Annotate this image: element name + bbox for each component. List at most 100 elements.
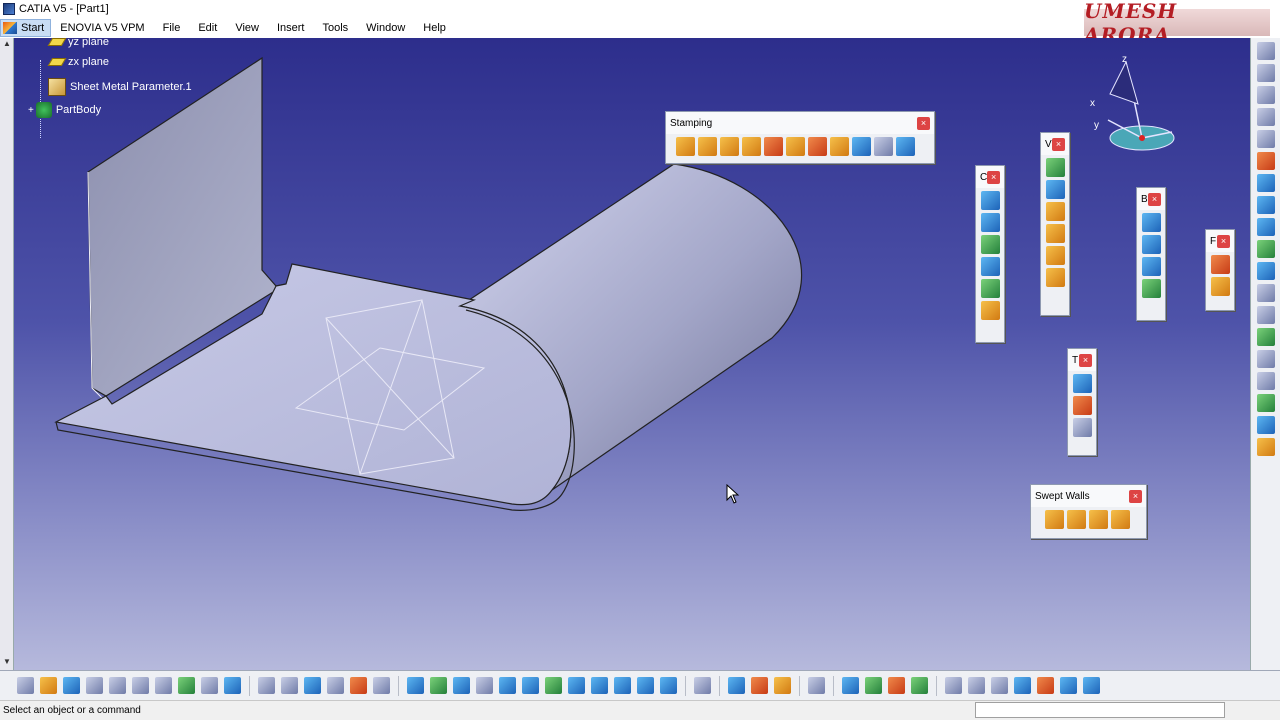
- command-input[interactable]: [975, 702, 1225, 718]
- line-icon[interactable]: [1257, 416, 1275, 434]
- print-icon[interactable]: [86, 677, 103, 694]
- fit-all-icon[interactable]: [430, 677, 447, 694]
- axis-icon[interactable]: [1257, 196, 1275, 214]
- bridge-icon[interactable]: [786, 137, 805, 156]
- scroll-down-icon[interactable]: ▼: [2, 658, 12, 666]
- mass-properties-icon[interactable]: [774, 677, 791, 694]
- bead-icon[interactable]: [698, 137, 717, 156]
- flange-icon[interactable]: [1045, 510, 1064, 529]
- sheet-metal-workbench-icon[interactable]: [1083, 677, 1100, 694]
- scroll-up-icon[interactable]: ▲: [2, 40, 12, 48]
- annotation-icon[interactable]: [1257, 394, 1275, 412]
- forming-toolbar-header[interactable]: F ×: [1206, 230, 1234, 252]
- sketch-icon[interactable]: [1257, 174, 1275, 192]
- swept-flange-icon[interactable]: [1111, 510, 1130, 529]
- close-icon[interactable]: ×: [987, 170, 1000, 184]
- compass-reset-icon[interactable]: [968, 677, 985, 694]
- save-icon[interactable]: [1257, 262, 1275, 280]
- graph-tree-icon[interactable]: [911, 677, 928, 694]
- tree-item-yz-plane[interactable]: yz plane: [36, 38, 109, 48]
- fold-icon[interactable]: [1045, 246, 1065, 265]
- undo-icon[interactable]: [178, 677, 195, 694]
- abc-text-icon[interactable]: [1257, 350, 1275, 368]
- measure-between-icon[interactable]: [728, 677, 745, 694]
- apply-material-icon[interactable]: [888, 677, 905, 694]
- analysis-icon[interactable]: [1060, 677, 1077, 694]
- hide-show-icon[interactable]: [637, 677, 654, 694]
- flanged-cutout-icon[interactable]: [742, 137, 761, 156]
- zoom-in-icon[interactable]: [499, 677, 516, 694]
- bottom-toolbar[interactable]: [0, 670, 1280, 700]
- extrusion-icon[interactable]: [1257, 64, 1275, 82]
- axis-system-icon[interactable]: [991, 677, 1008, 694]
- sheet-metal-walls-icon[interactable]: [1257, 42, 1275, 60]
- bending-toolbar[interactable]: B ×: [1136, 187, 1166, 321]
- cut-icon[interactable]: [109, 677, 126, 694]
- plane-icon[interactable]: [1257, 218, 1275, 236]
- menu-file[interactable]: File: [154, 18, 190, 38]
- menu-edit[interactable]: Edit: [189, 18, 226, 38]
- menu-start[interactable]: Start: [0, 19, 52, 37]
- sheet-metal-parameters-icon[interactable]: [1045, 158, 1065, 177]
- right-toolbar[interactable]: [1250, 38, 1280, 670]
- measure-item-icon[interactable]: [751, 677, 768, 694]
- surface-stamp-icon[interactable]: [676, 137, 695, 156]
- iso-view-icon[interactable]: [591, 677, 608, 694]
- forming-toolbar[interactable]: F ×: [1205, 229, 1235, 311]
- close-icon[interactable]: ×: [917, 116, 930, 130]
- isolate-icon[interactable]: [1257, 86, 1275, 104]
- whats-this-icon[interactable]: [224, 677, 241, 694]
- constraint-icon[interactable]: [1037, 677, 1054, 694]
- swept-walls-toolbar-header[interactable]: Swept Walls ×: [1031, 485, 1146, 507]
- stiffening-rib-icon[interactable]: [852, 137, 871, 156]
- cutting-toolbar-header[interactable]: C ×: [976, 166, 1004, 188]
- transform-toolbar[interactable]: T ×: [1067, 348, 1097, 456]
- folding-icon[interactable]: [1210, 277, 1230, 296]
- pan-icon[interactable]: [453, 677, 470, 694]
- close-icon[interactable]: ×: [1052, 137, 1065, 151]
- translation-icon[interactable]: [1072, 418, 1092, 437]
- view-toolbar-header[interactable]: V ×: [1041, 133, 1069, 155]
- louver-icon[interactable]: [764, 137, 783, 156]
- rotate-icon[interactable]: [476, 677, 493, 694]
- swap-visible-space-icon[interactable]: [660, 677, 677, 694]
- open-file-icon[interactable]: [40, 677, 57, 694]
- hole-icon[interactable]: [980, 213, 1000, 232]
- cutting-toolbar[interactable]: C ×: [975, 165, 1005, 343]
- flanged-hole-icon[interactable]: [808, 137, 827, 156]
- swept-walls-toolbar[interactable]: Swept Walls ×: [1030, 484, 1147, 539]
- fly-mode-icon[interactable]: [407, 677, 424, 694]
- paste-icon[interactable]: [155, 677, 172, 694]
- render-style-icon[interactable]: [865, 677, 882, 694]
- recognize-icon[interactable]: [1257, 108, 1275, 126]
- close-icon[interactable]: ×: [1217, 234, 1230, 248]
- stamping-toolbar[interactable]: Stamping ×: [665, 111, 935, 164]
- view-toolbar[interactable]: V ×: [1040, 132, 1070, 316]
- normal-view-icon[interactable]: [545, 677, 562, 694]
- menu-window[interactable]: Window: [357, 18, 414, 38]
- measure-icon[interactable]: [1257, 240, 1275, 258]
- redo-icon[interactable]: [201, 677, 218, 694]
- corner-relief-icon[interactable]: [980, 257, 1000, 276]
- catalog-icon[interactable]: [1257, 328, 1275, 346]
- formula-icon[interactable]: [258, 677, 275, 694]
- select-arrow-icon[interactable]: [1257, 152, 1275, 170]
- close-icon[interactable]: ×: [1079, 353, 1092, 367]
- tear-drop-icon[interactable]: [1089, 510, 1108, 529]
- bend-extremities-icon[interactable]: [1045, 180, 1065, 199]
- apply-material-icon[interactable]: [1257, 284, 1275, 302]
- plane-definition-icon[interactable]: [1257, 438, 1275, 456]
- parameters-icon[interactable]: [327, 677, 344, 694]
- rolled-wall-icon[interactable]: [1141, 279, 1161, 298]
- chamfer-icon[interactable]: [980, 301, 1000, 320]
- menu-tools[interactable]: Tools: [313, 18, 357, 38]
- copy-icon[interactable]: [132, 677, 149, 694]
- bend-from-flat-icon[interactable]: [1141, 257, 1161, 276]
- circular-stamp-icon[interactable]: [830, 137, 849, 156]
- mirror-icon[interactable]: [1072, 374, 1092, 393]
- multi-view-icon[interactable]: [1045, 224, 1065, 243]
- capture-icon[interactable]: [808, 677, 825, 694]
- hem-icon[interactable]: [1067, 510, 1086, 529]
- pattern-icon[interactable]: [1072, 396, 1092, 415]
- unfold-icon[interactable]: [1045, 202, 1065, 221]
